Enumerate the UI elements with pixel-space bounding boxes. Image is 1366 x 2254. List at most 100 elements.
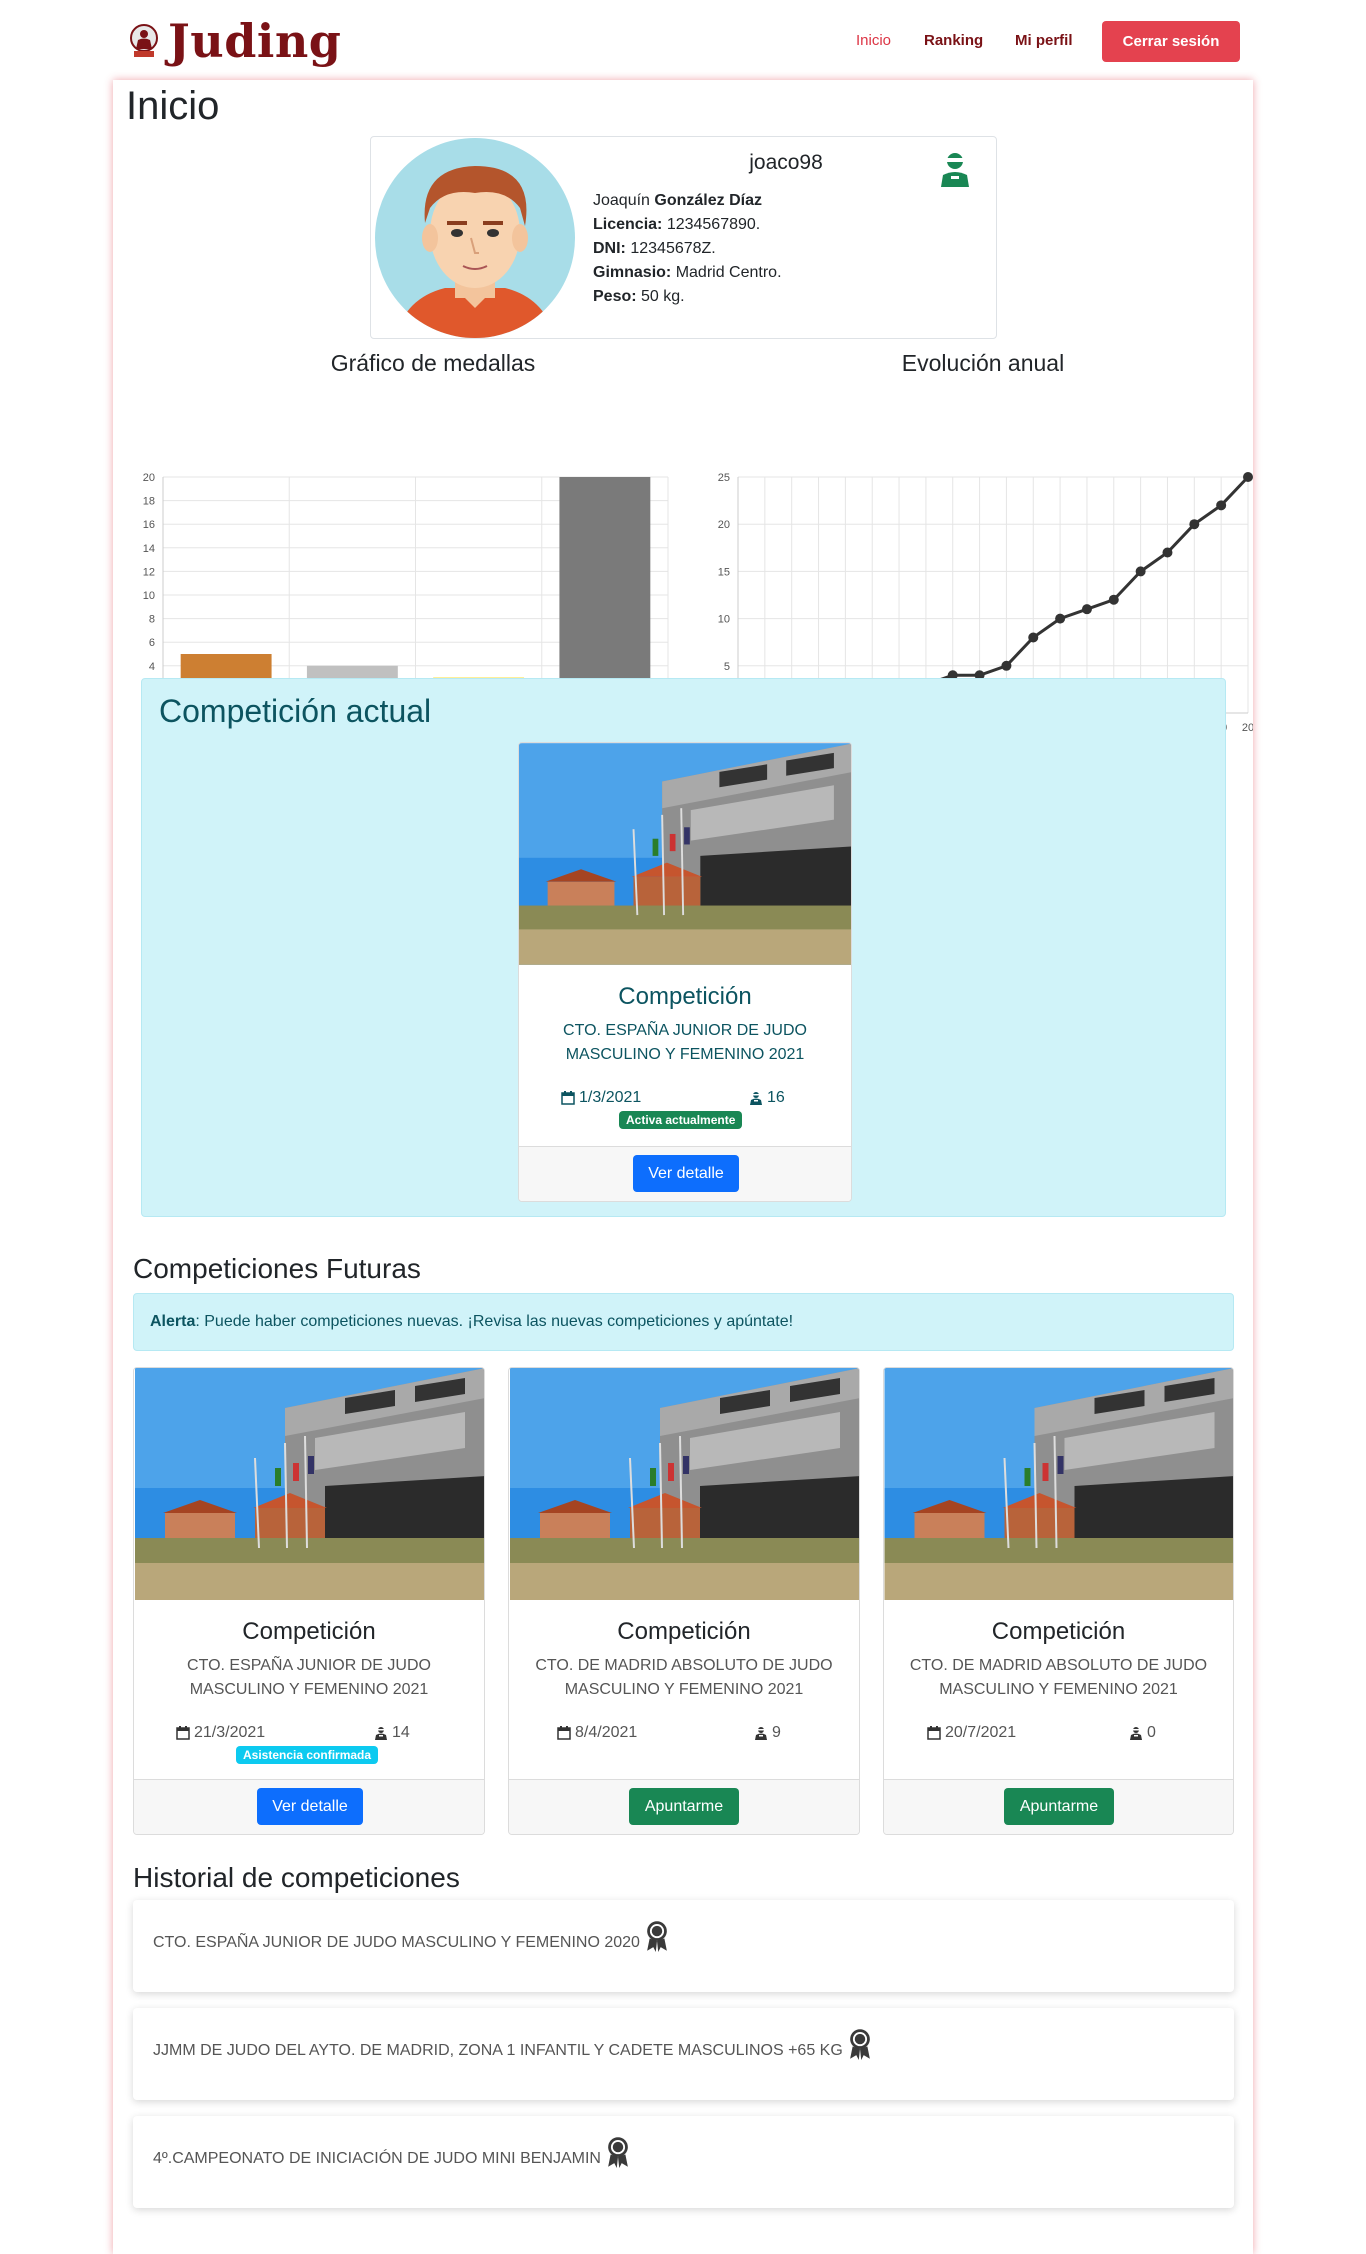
y-tick-label: 20 — [718, 519, 730, 531]
card-description: CTO. ESPAÑA JUNIOR DE JUDO MASCULINO Y F… — [187, 1657, 431, 1698]
profile-card: joaco98 Joaquín González Díaz Licencia: … — [370, 136, 997, 339]
history-item-label: 4º.CAMPEONATO DE INICIACIÓN DE JUDO MINI… — [153, 2150, 601, 2167]
card-participants: 0 — [1129, 1724, 1156, 1742]
y-tick-label: 12 — [143, 566, 155, 578]
future-competition-card-1: Competición CTO. ESPAÑA JUNIOR DE JUDO M… — [133, 1367, 485, 1835]
card-participants-value: 9 — [772, 1724, 781, 1741]
alert-label: Alerta — [150, 1313, 196, 1330]
page-title: Inicio — [126, 84, 220, 128]
judoka-user-icon — [941, 153, 969, 187]
data-point — [1001, 660, 1012, 671]
card-description: CTO. DE MADRID ABSOLUTO DE JUDO MASCULIN… — [535, 1657, 833, 1698]
confirmed-badge: Asistencia confirmada — [236, 1746, 379, 1764]
nav-inicio[interactable]: Inicio — [856, 32, 891, 49]
medal-icon — [847, 2028, 873, 2060]
gym-label: Gimnasio: — [593, 264, 672, 281]
data-point — [1081, 604, 1092, 615]
card-participants-value: 14 — [392, 1724, 410, 1741]
competition-image — [519, 743, 851, 965]
nav-mi-perfil[interactable]: Mi perfil — [1015, 32, 1073, 49]
card-date-value: 8/4/2021 — [575, 1724, 638, 1741]
license-label: Licencia: — [593, 216, 663, 233]
calendar-icon — [176, 1726, 190, 1740]
card-title: Competición — [617, 1618, 751, 1645]
card-date: 20/7/2021 — [927, 1724, 1016, 1742]
profile-info: Joaquín González Díaz Licencia: 12345678… — [593, 189, 782, 309]
history-item[interactable]: 4º.CAMPEONATO DE INICIACIÓN DE JUDO MINI… — [133, 2116, 1234, 2208]
weight-label: Peso: — [593, 288, 637, 305]
card-title: Competición — [991, 1618, 1126, 1645]
card-date: 21/3/2021 — [176, 1724, 265, 1742]
y-tick-label: 14 — [143, 543, 155, 555]
logout-button[interactable]: Cerrar sesión — [1102, 21, 1240, 62]
license-value: 1234567890. — [666, 216, 761, 233]
data-point — [1135, 566, 1146, 577]
annual-chart-title: Evolución anual — [901, 350, 1065, 376]
judoka-icon — [1129, 1726, 1143, 1740]
competition-image — [509, 1368, 859, 1600]
x-tick-label: 20 — [1242, 722, 1253, 734]
card-footer: Apuntarme — [884, 1779, 1233, 1834]
history-item-label: JJMM DE JUDO DEL AYTO. DE MADRID, ZONA 1… — [153, 2042, 843, 2059]
calendar-icon — [557, 1726, 571, 1740]
card-description: CTO. DE MADRID ABSOLUTO DE JUDO MASCULIN… — [909, 1657, 1208, 1698]
card-title: Competición — [242, 1618, 376, 1645]
history-item-label: CTO. ESPAÑA JUNIOR DE JUDO MASCULINO Y F… — [153, 1934, 640, 1951]
data-point — [1028, 632, 1039, 643]
y-tick-label: 20 — [143, 472, 155, 484]
y-tick-label: 18 — [143, 496, 155, 508]
card-footer: Apuntarme — [509, 1779, 859, 1834]
current-competition-title: Competición actual — [159, 693, 432, 729]
y-tick-label: 8 — [149, 614, 155, 626]
future-competition-card-3: Competición CTO. DE MADRID ABSOLUTO DE J… — [883, 1367, 1234, 1835]
history-item-text: 4º.CAMPEONATO DE INICIACIÓN DE JUDO MINI… — [153, 2150, 631, 2168]
brand[interactable]: Juding — [128, 14, 341, 68]
judoka-icon — [749, 1091, 763, 1105]
current-competition-box: Competición actual Competición CTO. ESPA… — [141, 678, 1226, 1217]
history-item-text: CTO. ESPAÑA JUNIOR DE JUDO MASCULINO Y F… — [153, 1934, 670, 1952]
medal-chart-title: Gráfico de medallas — [330, 350, 536, 376]
sign-up-button[interactable]: Apuntarme — [629, 1788, 739, 1825]
nav-ranking[interactable]: Ranking — [924, 32, 983, 49]
card-date: 1/3/2021 — [561, 1089, 641, 1107]
navbar: Juding Inicio Ranking Mi perfil Cerrar s… — [0, 0, 1366, 80]
history-item[interactable]: JJMM DE JUDO DEL AYTO. DE MADRID, ZONA 1… — [133, 2008, 1234, 2100]
card-date-value: 21/3/2021 — [194, 1724, 266, 1741]
future-competition-card-2: Competición CTO. DE MADRID ABSOLUTO DE J… — [508, 1367, 860, 1835]
view-detail-button[interactable]: Ver detalle — [633, 1155, 739, 1192]
medal-icon — [605, 2136, 631, 2168]
history-item[interactable]: CTO. ESPAÑA JUNIOR DE JUDO MASCULINO Y F… — [133, 1900, 1234, 1992]
alert-text: : Puede haber competiciones nuevas. ¡Rev… — [195, 1313, 794, 1330]
avatar — [375, 138, 575, 338]
judoka-icon — [374, 1726, 388, 1740]
y-tick-label: 5 — [724, 661, 730, 673]
gym-value: Madrid Centro. — [675, 264, 782, 281]
data-point — [1243, 472, 1253, 482]
history-title: Historial de competiciones — [133, 1862, 460, 1893]
future-competitions-title: Competiciones Futuras — [133, 1253, 421, 1284]
dni-label: DNI: — [593, 240, 626, 257]
y-tick-label: 25 — [718, 472, 730, 484]
alert-new-competitions: Alerta: Puede haber competiciones nuevas… — [133, 1293, 1234, 1351]
y-tick-label: 15 — [718, 566, 730, 578]
competition-image — [884, 1368, 1233, 1600]
data-point — [1108, 594, 1119, 605]
sign-up-button[interactable]: Apuntarme — [1004, 1788, 1114, 1825]
card-participants: 9 — [754, 1724, 781, 1742]
view-detail-button[interactable]: Ver detalle — [257, 1788, 363, 1825]
current-competition-card: Competición CTO. ESPAÑA JUNIOR DE JUDO M… — [518, 742, 852, 1202]
dni-value: 12345678Z. — [630, 240, 716, 257]
medal-icon — [644, 1920, 670, 1952]
data-point — [1055, 613, 1066, 624]
card-participants: 16 — [749, 1089, 785, 1107]
active-badge: Activa actualmente — [619, 1111, 743, 1129]
judoka-icon — [754, 1726, 768, 1740]
card-date-value: 1/3/2021 — [579, 1089, 642, 1106]
first-name: Joaquín — [593, 192, 650, 209]
y-tick-label: 4 — [149, 661, 155, 673]
card-footer: Ver detalle — [519, 1146, 851, 1201]
y-tick-label: 6 — [149, 637, 155, 649]
y-tick-label: 10 — [718, 614, 730, 626]
y-tick-label: 10 — [143, 590, 155, 602]
data-point — [1216, 500, 1227, 511]
